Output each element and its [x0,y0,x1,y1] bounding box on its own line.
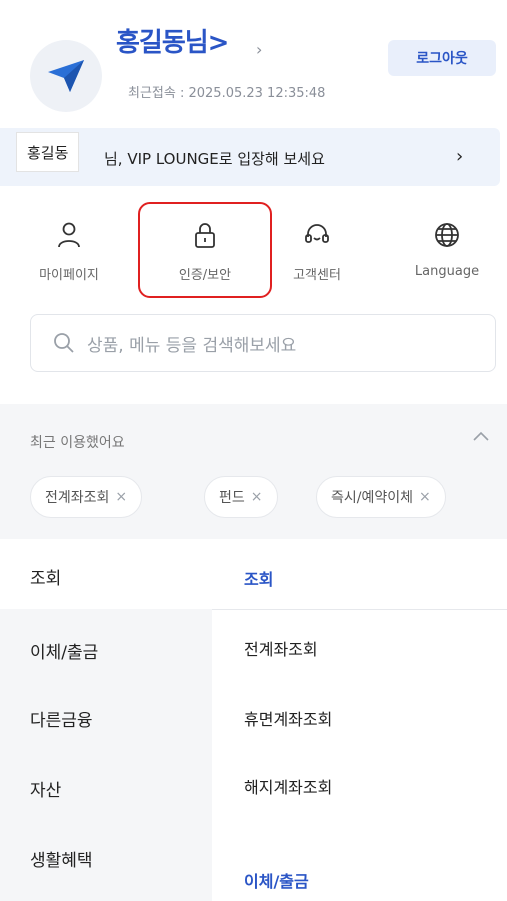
submenu-item[interactable]: 휴면계좌조회 [244,706,332,730]
chevron-right-icon: › [456,146,464,167]
chevron-up-icon[interactable] [472,430,490,446]
chip-label: 전계좌조회 [45,490,110,506]
chevron-right-icon: › [256,40,263,59]
avatar [30,40,102,112]
category-item-inquiry[interactable]: 조회 [30,564,61,589]
search-placeholder: 상품, 메뉴 등을 검색해보세요 [87,335,297,356]
headset-icon [305,224,329,243]
chip-label: 즉시/예약이체 [331,490,413,506]
vip-banner-text: 님, VIP LOUNGE로 입장해 보세요 [104,150,325,168]
submenu-item[interactable]: 전계좌조회 [244,636,318,660]
recent-chip[interactable]: 전계좌조회 × [30,476,143,518]
chip-label: 펀드 [219,490,245,506]
category-item-lifestyle[interactable]: 생활혜택 [30,846,93,871]
category-item-transfer[interactable]: 이체/출금 [30,638,98,663]
quick-menu-customer-center[interactable]: 고객센터 [262,214,372,302]
recent-section [0,404,507,539]
person-icon [58,222,80,248]
quick-menu-language[interactable]: Language [392,214,502,302]
close-icon[interactable]: × [115,489,127,505]
quick-menu-label: 고객센터 [293,268,341,283]
name-tooltip: 홍길동 [16,132,80,172]
quick-menu-mypage[interactable]: 마이페이지 [14,214,124,302]
highlight-annotation-box [138,202,272,298]
category-item-other-finance[interactable]: 다른금융 [30,706,93,731]
divider [212,609,507,610]
close-icon[interactable]: × [419,489,431,505]
quick-menu-label: Language [414,264,480,279]
submenu-heading: 조회 [244,570,274,589]
paper-plane-icon [48,60,84,92]
search-icon [54,333,74,353]
close-icon[interactable]: × [251,489,263,505]
category-item-assets[interactable]: 자산 [30,776,61,801]
logout-button[interactable]: 로그아웃 [388,40,496,76]
last-login-text: 최근접속 : 2025.05.23 12:35:48 [128,86,326,101]
user-name-link[interactable]: 홍길동님> [116,22,229,59]
recent-chip[interactable]: 펀드 × [204,476,278,518]
submenu-item[interactable]: 해지계좌조회 [244,774,332,798]
quick-menu-label: 마이페이지 [39,268,99,283]
globe-icon [435,223,459,247]
recent-title: 최근 이용했어요 [30,435,125,451]
recent-chip[interactable]: 즉시/예약이체 × [316,476,446,518]
submenu-heading: 이체/출금 [244,872,309,891]
search-input[interactable]: 상품, 메뉴 등을 검색해보세요 [30,314,496,372]
